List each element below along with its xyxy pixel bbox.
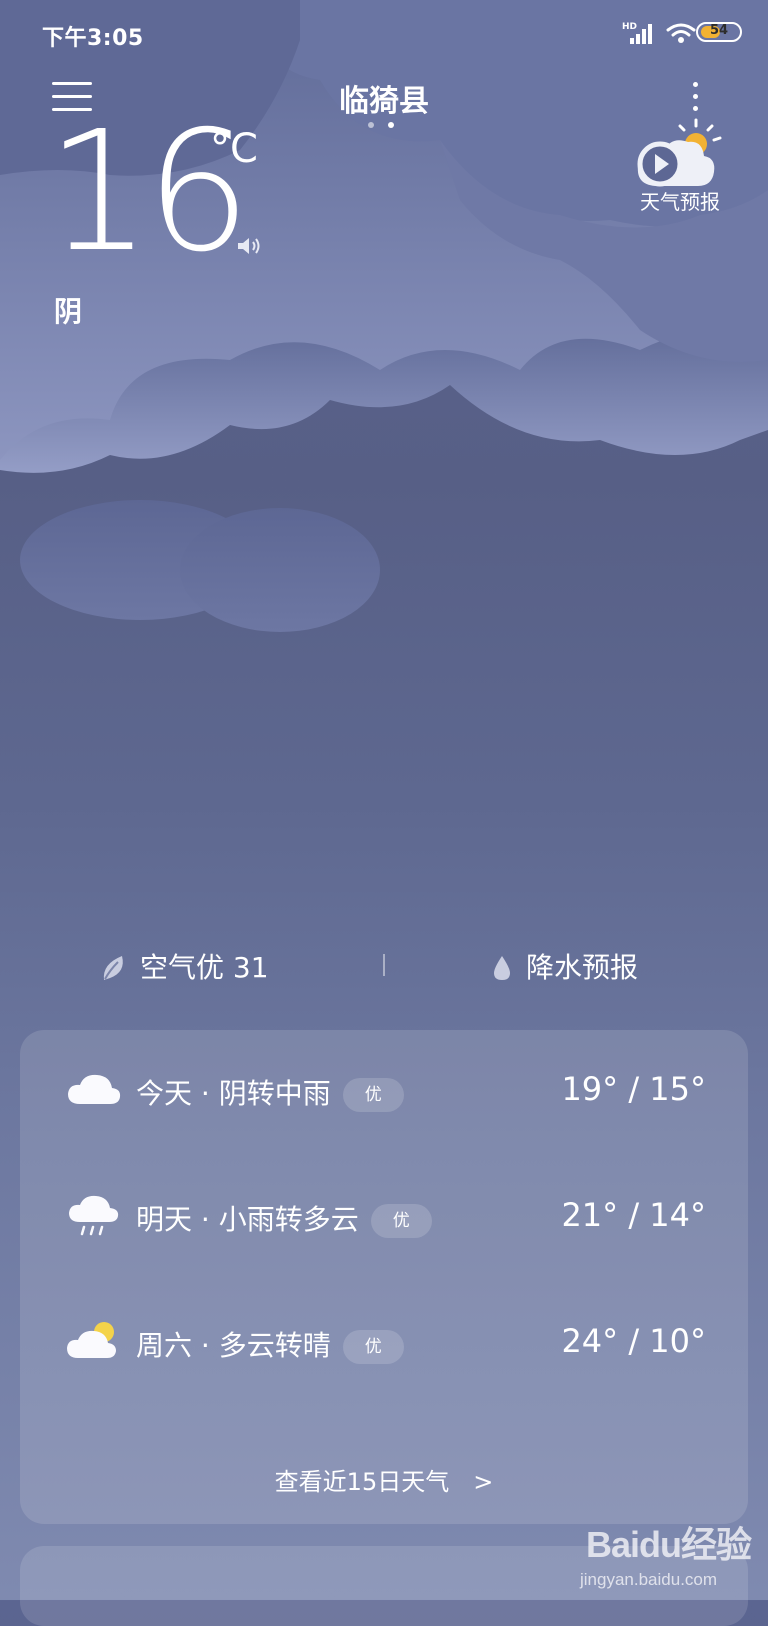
baidu-jingyan-watermark: Baidu经验 jingyan.baidu.com — [580, 1510, 760, 1594]
forecast-card: 今天 · 阴转中雨优 19° / 15° 明天 · 小雨转多云优 21° / 1… — [20, 1030, 748, 1524]
forecast-day-desc: 今天 · 阴转中雨 — [136, 1077, 331, 1110]
page-dot-active — [388, 122, 394, 128]
rain-label: 降水预报 — [526, 951, 639, 984]
aqi-badge: 优 — [342, 1078, 404, 1112]
cloud-rain-icon — [69, 1195, 119, 1236]
temperature-unit: °C — [210, 126, 258, 172]
aqi-button[interactable]: 空气优 31 — [100, 946, 269, 986]
forecast-temp-range: 24° / 10° — [561, 1322, 706, 1360]
forecast-day-desc: 明天 · 小雨转多云 — [136, 1203, 359, 1236]
forecast-day-text: 周六 · 多云转晴优 — [136, 1324, 404, 1364]
summary-divider — [383, 954, 385, 976]
precipitation-forecast-button[interactable]: 降水预报 — [492, 946, 638, 986]
speaker-icon[interactable] — [236, 234, 266, 258]
forecast-day-text: 今天 · 阴转中雨优 — [136, 1072, 404, 1112]
forecast-temp-range: 19° / 15° — [561, 1070, 706, 1108]
see-15-day-link[interactable]: 查看近15日天气 > — [20, 1462, 748, 1497]
signal-icon: HD — [622, 22, 652, 44]
aqi-badge: 优 — [342, 1330, 404, 1364]
faint-back-cloud — [20, 500, 380, 632]
summary-bar: 空气优 31 降水预报 — [0, 940, 768, 990]
cloud-sun-icon — [67, 1322, 116, 1358]
water-drop-icon — [494, 956, 510, 980]
forecast-day-desc: 周六 · 多云转晴 — [136, 1329, 331, 1362]
page-indicator — [368, 122, 400, 130]
current-condition: 阴 — [54, 295, 83, 328]
page-dot-inactive — [368, 122, 374, 128]
leaf-icon — [103, 956, 123, 980]
aqi-label: 空气优 31 — [140, 951, 269, 984]
forecast-video-label[interactable]: 天气预报 — [620, 186, 740, 215]
battery-indicator: 54 — [696, 22, 742, 42]
watermark-logo: Baidu经验 — [586, 1524, 752, 1565]
forecast-day-text: 明天 · 小雨转多云优 — [136, 1198, 432, 1238]
forecast-temp-range: 21° / 14° — [561, 1196, 706, 1234]
network-type-label: HD — [622, 22, 637, 32]
forecast-row-tomorrow[interactable]: 明天 · 小雨转多云优 21° / 14° — [20, 1186, 748, 1246]
forecast-row-today[interactable]: 今天 · 阴转中雨优 19° / 15° — [20, 1060, 748, 1120]
cloud-icon — [68, 1074, 121, 1104]
battery-level: 54 — [709, 23, 729, 38]
wifi-icon — [666, 23, 696, 43]
forecast-row-saturday[interactable]: 周六 · 多云转晴优 24° / 10° — [20, 1312, 748, 1372]
status-bar: 下午3:05 HD 54 — [0, 0, 768, 66]
watermark-url: jingyan.baidu.com — [580, 1570, 718, 1589]
status-icons: HD 54 — [572, 18, 742, 48]
status-time: 下午3:05 — [42, 26, 144, 51]
aqi-badge: 优 — [370, 1204, 432, 1238]
